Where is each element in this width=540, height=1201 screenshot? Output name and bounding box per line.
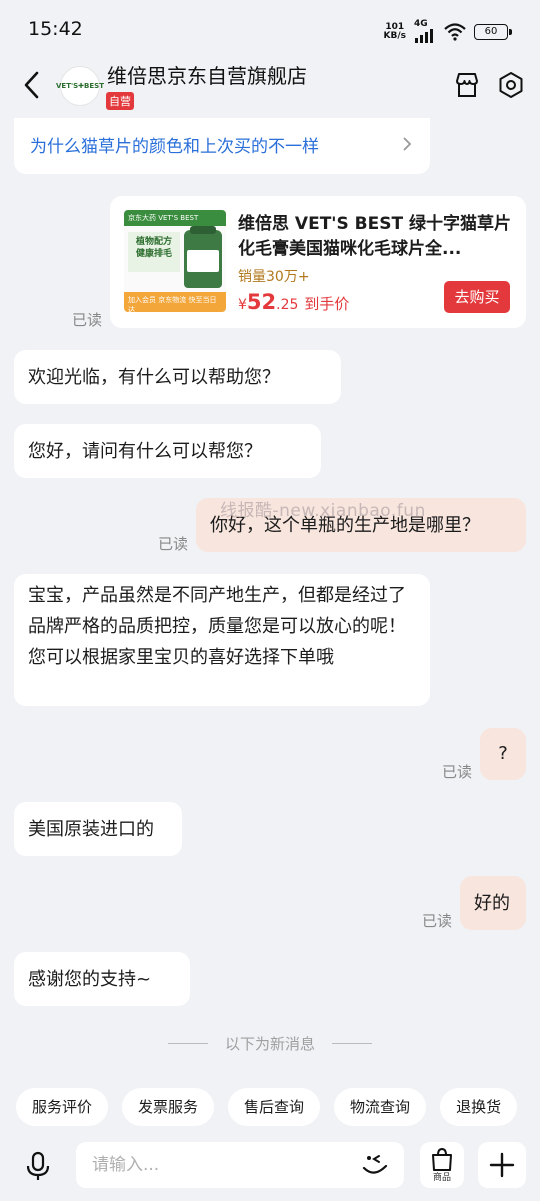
quick-action-service-rating[interactable]: 服务评价 — [16, 1088, 109, 1126]
wifi-icon — [444, 22, 466, 41]
emoji-icon[interactable] — [360, 1150, 392, 1180]
read-mark: 已读 — [422, 912, 453, 930]
microphone-icon[interactable] — [20, 1148, 56, 1184]
status-bar: 15:42 101 KB/s 4G 60 — [0, 0, 540, 56]
watermark: 线报酷-new.xianbao.fun — [220, 501, 426, 521]
read-mark: 已读 — [72, 311, 103, 329]
read-mark: 已读 — [442, 763, 473, 781]
shop-logo[interactable]: VET'S✚BEST — [56, 66, 104, 106]
status-icons: 101 KB/s 4G 60 — [383, 20, 512, 43]
plus-button[interactable] — [478, 1142, 526, 1188]
product-card[interactable]: 京东大药 VET'S BEST 植物配方 健康排毛 加入会员 京东物流 快至当日… — [110, 196, 526, 328]
message-bubble: 您好，请问有什么可以帮您？ — [14, 424, 321, 478]
settings-icon[interactable] — [496, 70, 526, 100]
goods-button[interactable]: 商品 — [420, 1142, 464, 1188]
message-bubble: 好的 — [460, 876, 526, 930]
self-operated-badge: 自营 — [106, 92, 134, 110]
price: ¥52.25 到手价 — [238, 290, 350, 314]
sales-count: 销量30万+ — [238, 269, 310, 285]
quick-action-returns[interactable]: 退换货 — [440, 1088, 518, 1126]
message-bubble: 宝宝，产品虽然是不同产地生产，但都是经过了品牌严格的品质把控，质量您是可以放心的… — [14, 574, 430, 706]
faq-question[interactable]: 为什么猫草片的颜色和上次买的不一样 — [30, 132, 319, 157]
product-image[interactable]: 京东大药 VET'S BEST 植物配方 健康排毛 加入会员 京东物流 快至当日… — [124, 210, 226, 312]
input-bar: 商品 — [0, 1136, 540, 1201]
read-mark: 已读 — [158, 535, 189, 553]
message-bubble: ? — [480, 728, 526, 780]
plus-icon — [489, 1152, 515, 1178]
product-title[interactable]: 维倍思 VET'S BEST 绿十字猫草片化毛膏美国猫咪化毛球片全... — [238, 212, 512, 262]
quick-actions: 服务评价 发票服务 售后查询 物流查询 退换货 — [16, 1088, 518, 1126]
message-bubble: 欢迎光临，有什么可以帮助您？ — [14, 350, 341, 404]
message-bubble: 美国原装进口的 — [14, 802, 182, 856]
shop-name[interactable]: 维倍思京东自营旗舰店 — [107, 60, 307, 89]
quick-action-logistics[interactable]: 物流查询 — [334, 1088, 427, 1126]
faq-card[interactable]: 为什么猫草片的颜色和上次买的不一样 — [14, 118, 430, 174]
chevron-right-icon — [403, 137, 412, 151]
net-speed: 101 KB/s — [383, 21, 406, 41]
quick-action-after-sales[interactable]: 售后查询 — [228, 1088, 321, 1126]
shopping-bag-icon — [432, 1147, 452, 1171]
chat-header: VET'S✚BEST 维倍思京东自营旗舰店 自营 — [0, 56, 540, 118]
battery-icon: 60 — [474, 23, 512, 40]
message-input[interactable] — [76, 1142, 404, 1188]
store-icon[interactable] — [452, 70, 482, 100]
new-messages-divider: 以下为新消息 — [168, 1033, 372, 1053]
signal-icon: 4G — [414, 20, 436, 43]
status-time: 15:42 — [28, 18, 83, 40]
quick-action-invoice[interactable]: 发票服务 — [122, 1088, 215, 1126]
back-icon[interactable] — [18, 68, 48, 102]
buy-button[interactable]: 去购买 — [444, 281, 510, 313]
message-bubble: 感谢您的支持~ — [14, 952, 190, 1006]
goods-label: 商品 — [432, 1173, 451, 1183]
